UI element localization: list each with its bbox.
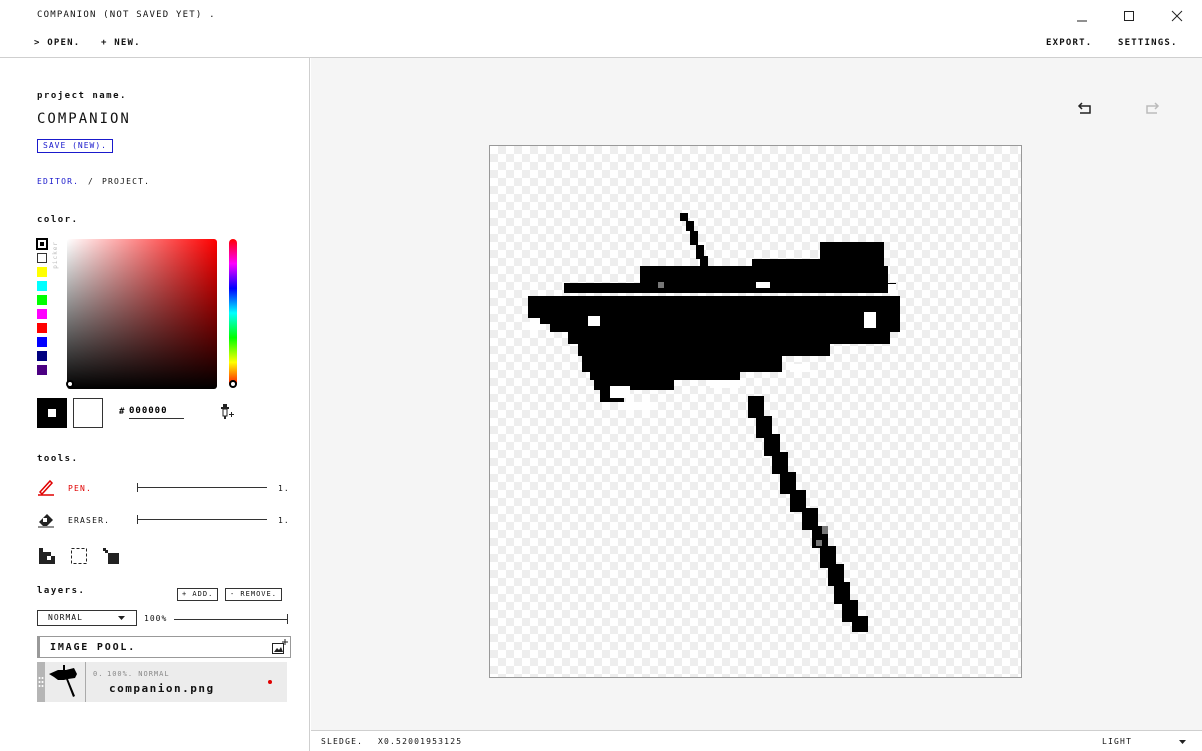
breadcrumb-separator: / [88, 177, 95, 186]
layer-name: companion.png [109, 682, 215, 695]
color-swatch[interactable] [37, 295, 47, 305]
color-heading: color. [37, 215, 79, 225]
image-pool[interactable]: IMAGE POOL. [37, 636, 291, 658]
pen-tool[interactable]: PEN. 1. [37, 478, 289, 498]
saturation-picker[interactable] [67, 239, 217, 389]
eyedropper-icon[interactable] [217, 403, 235, 421]
theme-chevron-down-icon[interactable] [1179, 740, 1186, 745]
sidebar: project name. COMPANION SAVE (NEW). EDIT… [0, 58, 310, 751]
color-swatch[interactable] [37, 337, 47, 347]
blend-mode-value: NORMAL [48, 613, 83, 622]
saturation-picker-knob[interactable] [66, 380, 74, 388]
minimize-icon [1077, 20, 1087, 22]
layer-drag-handle[interactable] [37, 662, 45, 702]
color-swatch[interactable] [37, 281, 47, 291]
eraser-size-handle[interactable] [137, 515, 138, 524]
close-icon [1171, 10, 1183, 22]
color-swatch[interactable] [36, 238, 48, 250]
chevron-down-icon [118, 616, 125, 620]
open-button[interactable]: > OPEN. [34, 38, 80, 48]
layers-heading: layers. [37, 586, 86, 596]
background-color[interactable] [73, 398, 103, 428]
add-layer-button[interactable]: + ADD. [177, 588, 219, 601]
picker-label: picker [52, 241, 59, 269]
blend-mode-select[interactable]: NORMAL [37, 610, 137, 626]
title-bar: COMPANION (NOT SAVED YET) . > OPEN. + NE… [0, 0, 1202, 58]
pen-size-value: 1. [278, 484, 290, 493]
remove-layer-button[interactable]: - REMOVE. [225, 588, 282, 601]
project-tab[interactable]: PROJECT. [102, 177, 150, 186]
color-swatch[interactable] [37, 309, 47, 319]
hue-slider-knob[interactable] [229, 380, 237, 388]
drag-handle-icon [38, 677, 44, 687]
redo-button[interactable] [1141, 98, 1161, 118]
foreground-indicator [48, 409, 56, 417]
color-swatch[interactable] [37, 267, 47, 277]
pen-size-track[interactable] [137, 487, 267, 488]
eraser-size-track[interactable] [137, 519, 267, 520]
tools-heading: tools. [37, 454, 79, 464]
opacity-slider[interactable] [174, 619, 288, 620]
close-button[interactable] [1164, 6, 1190, 26]
active-tool-status: SLEDGE. [321, 737, 364, 746]
layer-thumbnail-image [49, 665, 77, 697]
canvas-workspace [311, 58, 1202, 730]
eraser-tool[interactable]: ERASER. 1. [37, 510, 289, 530]
status-bar: SLEDGE. X0.52001953125 LIGHT [311, 730, 1202, 751]
add-image-icon[interactable] [271, 639, 288, 655]
active-layer-indicator [268, 680, 272, 684]
eraser-size-value: 1. [278, 516, 290, 525]
pen-icon [38, 479, 54, 496]
export-button[interactable]: EXPORT. [1046, 38, 1092, 48]
project-name-heading: project name. [37, 91, 127, 101]
undo-button[interactable] [1076, 98, 1096, 118]
layer-index: 0. [93, 670, 104, 678]
editor-tab[interactable]: EDITOR. [37, 177, 79, 186]
eraser-icon [38, 514, 54, 528]
save-button[interactable]: SAVE (NEW). [37, 139, 113, 153]
canvas-artwork [528, 213, 900, 632]
fill-tool-icon[interactable] [39, 548, 55, 564]
move-tool-icon[interactable] [103, 548, 119, 564]
window-title: COMPANION (NOT SAVED YET) . [37, 10, 216, 20]
layer-thumbnail [46, 662, 86, 702]
settings-button[interactable]: SETTINGS. [1118, 38, 1178, 48]
layer-meta: 100%. NORMAL [107, 670, 170, 678]
undo-icon [1077, 102, 1091, 114]
color-swatch[interactable] [37, 253, 47, 263]
drawing-canvas[interactable] [489, 145, 1022, 678]
color-swatch[interactable] [37, 365, 47, 375]
eraser-label: ERASER. [68, 516, 111, 525]
select-tool-icon[interactable] [71, 548, 87, 564]
pen-size-handle[interactable] [137, 483, 138, 492]
theme-select[interactable]: LIGHT [1102, 737, 1132, 746]
minimize-button[interactable] [1069, 6, 1095, 26]
color-swatch[interactable] [37, 351, 47, 361]
layer-item[interactable]: 0. 100%. NORMAL companion.png [37, 662, 287, 702]
image-pool-label: IMAGE POOL. [50, 642, 137, 653]
color-swatch[interactable] [37, 323, 47, 333]
opacity-slider-handle[interactable] [287, 614, 288, 624]
hex-input[interactable] [129, 404, 184, 419]
new-button[interactable]: + NEW. [101, 38, 141, 48]
maximize-button[interactable] [1116, 6, 1142, 26]
hex-hash: # [119, 407, 126, 417]
foreground-color[interactable] [37, 398, 67, 428]
pen-label: PEN. [68, 484, 93, 493]
zoom-status: X0.52001953125 [378, 737, 463, 746]
project-name[interactable]: COMPANION [37, 111, 131, 127]
maximize-icon [1124, 11, 1134, 21]
redo-icon [1146, 102, 1160, 114]
opacity-value: 100% [144, 614, 168, 623]
hue-slider[interactable] [229, 239, 237, 387]
